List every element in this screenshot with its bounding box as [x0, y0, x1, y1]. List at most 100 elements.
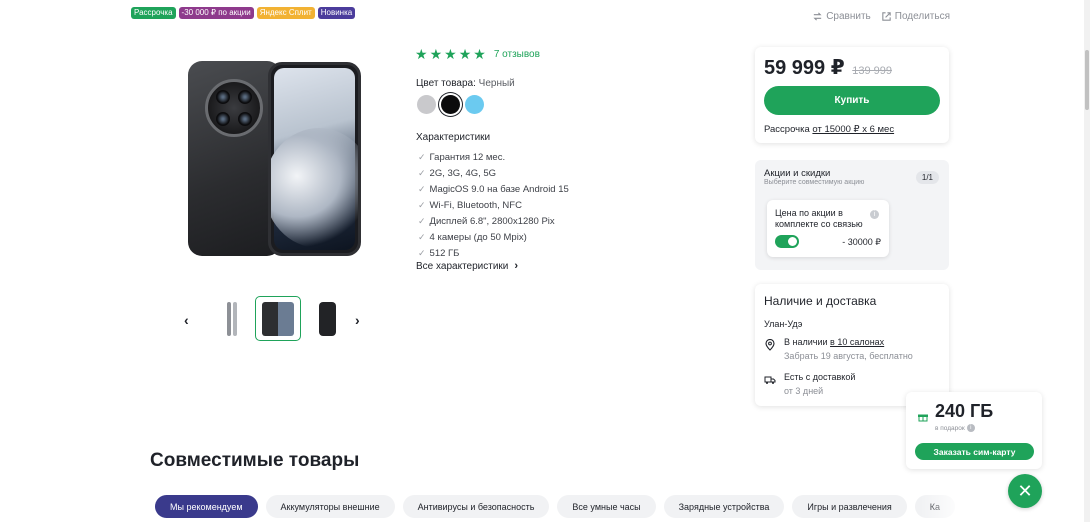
compatible-title: Совместимые товары: [150, 450, 360, 471]
thumb-image: [262, 301, 294, 336]
tab-power-banks[interactable]: Аккумуляторы внешние: [265, 495, 395, 518]
thumbnail-front-back[interactable]: [255, 296, 301, 341]
spec-item: ✓ Wi-Fi, Bluetooth, NFC: [418, 197, 569, 213]
page-scrollbar[interactable]: [1084, 0, 1090, 522]
swatch-silver[interactable]: [417, 95, 436, 114]
pickup-label: В наличии: [784, 337, 828, 347]
badge-new: Новинка: [317, 7, 356, 19]
swatch-blue[interactable]: [465, 95, 484, 114]
gallery-next-icon[interactable]: ›: [355, 312, 360, 328]
gallery-thumbnails: [206, 296, 350, 341]
spec-item: ✓ Дисплей 6.8", 2800x1280 Pix: [418, 213, 569, 229]
price-card: 59 999 ₽ 139 999 Купить Рассрочка от 150…: [755, 47, 949, 143]
truck-icon: [764, 376, 776, 384]
delivery-row: Есть с доставкой от 3 дней: [764, 370, 855, 398]
order-sim-button[interactable]: Заказать сим-карту: [915, 443, 1034, 460]
stores-link[interactable]: в 10 салонах: [830, 337, 884, 347]
tab-antivirus[interactable]: Антивирусы и безопасность: [402, 495, 550, 518]
pickup-row: В наличии в 10 салонах Забрать 19 август…: [764, 335, 913, 363]
color-swatches: [417, 95, 484, 114]
tab-smart-watches[interactable]: Все умные часы: [557, 495, 656, 518]
compare-label: Сравнить: [826, 11, 871, 22]
swatch-black[interactable]: [441, 95, 460, 114]
camera-lens: [238, 90, 252, 104]
spec-text: MagicOS 9.0 на базе Android 15: [429, 183, 569, 195]
promo-counter: 1/1: [915, 171, 939, 184]
category-tabs: Мы рекомендуем Аккумуляторы внешние Анти…: [155, 495, 960, 518]
promo-toggle[interactable]: [775, 235, 799, 248]
gift-label: в подарок: [935, 424, 965, 432]
info-icon[interactable]: i: [966, 424, 975, 432]
old-price: 139 999: [852, 65, 892, 77]
promo-offer-price: - 30000 ₽: [842, 237, 881, 247]
spec-text: Дисплей 6.8", 2800x1280 Pix: [429, 215, 555, 227]
buy-button[interactable]: Купить: [764, 86, 940, 115]
promo-offer-text: Цена по акции в комплекте со связью: [775, 208, 863, 229]
availability-card: Наличие и доставка Улан-Удэ В наличии в …: [755, 284, 949, 406]
spec-text: 2G, 3G, 4G, 5G: [429, 167, 497, 179]
share-icon: [882, 12, 891, 21]
info-icon[interactable]: i: [870, 210, 879, 219]
spec-item: ✓ 2G, 3G, 4G, 5G: [418, 165, 569, 181]
installment-link[interactable]: от 15000 ₽ х 6 мес: [812, 124, 894, 135]
spec-item: ✓ Гарантия 12 мес.: [418, 149, 569, 165]
spec-text: Гарантия 12 мес.: [429, 151, 506, 163]
pickup-sub: Забрать 19 августа, бесплатно: [784, 351, 913, 361]
color-value: Черный: [478, 78, 515, 89]
promo-offer: Цена по акции в комплекте со связью i - …: [767, 200, 889, 257]
share-button[interactable]: Поделиться: [881, 11, 950, 22]
toggle-knob: [788, 237, 797, 246]
close-icon[interactable]: ✕: [1008, 474, 1042, 508]
specs-title: Характеристики: [416, 132, 491, 143]
gift-sub: в подарок i: [935, 424, 975, 432]
tabs-fade: [920, 493, 965, 520]
chevron-right-icon: ›: [514, 260, 519, 272]
spec-item: ✓ MagicOS 9.0 на базе Android 15: [418, 181, 569, 197]
scrollbar-thumb[interactable]: [1085, 50, 1089, 110]
thumb-image: [227, 301, 231, 336]
tab-games[interactable]: Игры и развлечения: [792, 495, 907, 518]
thumb-image: [318, 301, 336, 336]
delivery-text: Есть с доставкой от 3 дней: [784, 370, 855, 398]
camera-module: [205, 79, 263, 137]
compare-button[interactable]: Сравнить: [812, 11, 871, 22]
check-icon: ✓: [418, 231, 426, 242]
gift-icon: [918, 414, 928, 422]
all-specs-link[interactable]: Все характеристики ›: [416, 260, 518, 272]
tab-recommended[interactable]: Мы рекомендуем: [155, 495, 258, 518]
color-label-text: Цвет товара:: [416, 78, 476, 89]
all-specs-label: Все характеристики: [416, 260, 509, 272]
phone-screen: [271, 68, 358, 250]
price: 59 999 ₽ 139 999: [764, 55, 892, 80]
tab-chargers[interactable]: Зарядные устройства: [663, 495, 785, 518]
reviews-link[interactable]: 7 отзывов: [494, 49, 540, 60]
check-icon: ✓: [418, 199, 426, 210]
pickup-text: В наличии в 10 салонах Забрать 19 август…: [784, 335, 913, 363]
gallery-prev-icon[interactable]: ‹: [184, 312, 189, 328]
promo-subtitle: Выберите совместимую акцию: [764, 179, 865, 186]
location-pin-icon: [765, 339, 775, 351]
badge-yandex-split: Яндекс Сплит: [256, 7, 315, 19]
city-label[interactable]: Улан-Удэ: [764, 319, 802, 329]
color-label: Цвет товара: Черный: [416, 78, 515, 89]
spec-text: 4 камеры (до 50 Mpix): [429, 231, 527, 243]
product-image: [188, 61, 361, 257]
promo-card: Акции и скидки Выберите совместимую акци…: [755, 160, 949, 270]
gift-amount: 240 ГБ: [935, 401, 994, 421]
delivery-label: Есть с доставкой: [784, 372, 856, 382]
star-icon: ★: [415, 46, 428, 62]
spec-item: ✓ 512 ГБ: [418, 245, 569, 261]
promo-title: Акции и скидки: [764, 168, 831, 179]
current-price: 59 999 ₽: [764, 57, 845, 79]
thumbnail-back[interactable]: [304, 296, 350, 341]
thumbnail-side[interactable]: [206, 296, 252, 341]
installment-info: Рассрочка от 15000 ₽ х 6 мес: [764, 124, 894, 135]
check-icon: ✓: [418, 247, 426, 258]
phone-front: [268, 62, 361, 256]
star-icon: ★: [444, 46, 457, 62]
availability-title: Наличие и доставка: [764, 294, 877, 308]
star-icon: ★: [473, 46, 486, 62]
gift-card: 240 ГБ в подарок i Заказать сим-карту: [906, 392, 1042, 469]
installment-label: Рассрочка: [764, 124, 810, 135]
camera-lens: [216, 90, 230, 104]
